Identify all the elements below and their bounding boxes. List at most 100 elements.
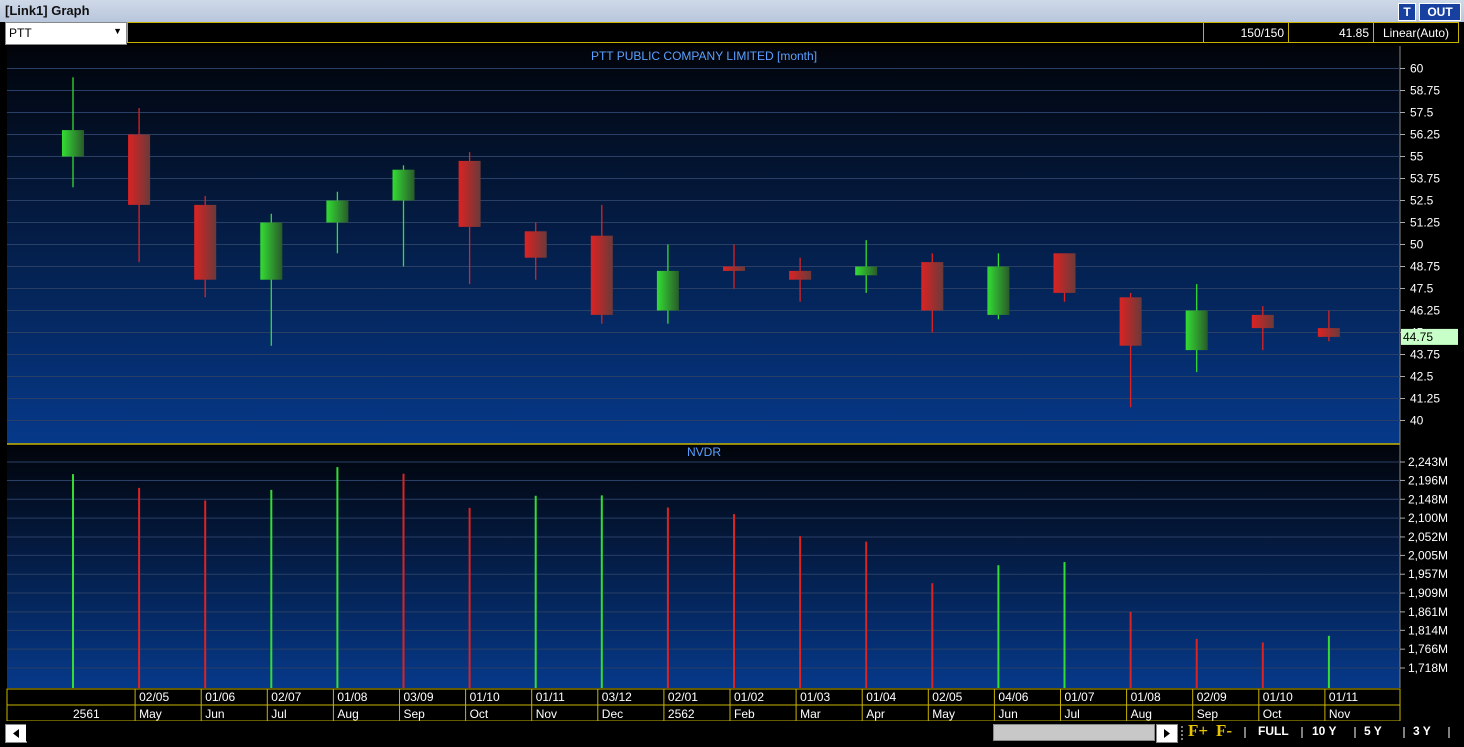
x-axis-month-label: Jun: [998, 707, 1017, 721]
volume-tick-label: 1,766M: [1408, 642, 1448, 656]
x-axis-month-label: Sep: [1197, 707, 1219, 721]
price-chart-title: PTT PUBLIC COMPANY LIMITED [month]: [591, 49, 817, 63]
zoom-separators: [1181, 726, 1450, 740]
price-tick-label: 41.25: [1410, 392, 1440, 406]
volume-tick-label: 1,957M: [1408, 567, 1448, 581]
price-tick-label: 58.75: [1410, 84, 1440, 98]
price-tick-label: 52.5: [1410, 194, 1434, 208]
volume-tick-label: 2,052M: [1408, 530, 1448, 544]
x-axis-month-label: Jun: [205, 707, 224, 721]
volume-tick-label: 2,100M: [1408, 511, 1448, 525]
volume-tick-label: 1,718M: [1408, 661, 1448, 675]
x-axis-month-label: Dec: [602, 707, 623, 721]
x-axis-month-label: 2562: [668, 707, 695, 721]
x-axis-date-label: 02/09: [1197, 690, 1227, 704]
window-titlebar: [Link1] Graph T OUT: [0, 0, 1464, 22]
x-axis-date-label: 01/10: [1263, 690, 1293, 704]
candle-body: [921, 262, 944, 311]
x-axis-month-label: Apr: [866, 707, 885, 721]
x-axis-date-label: 01/11: [1329, 690, 1358, 704]
x-axis-month-label: Jul: [271, 707, 286, 721]
x-axis-date-label: 04/06: [998, 690, 1028, 704]
candle-body: [590, 235, 613, 315]
x-axis-month-label: May: [932, 707, 955, 721]
volume-tick-label: 1,861M: [1408, 605, 1448, 619]
x-axis-month-label: Oct: [1263, 707, 1282, 721]
price-tick-label: 40: [1410, 414, 1424, 428]
symbol-select[interactable]: PTT ▼: [5, 22, 127, 45]
price-tick-label: 60: [1410, 62, 1424, 76]
price-tick-label: 42.5: [1410, 370, 1434, 384]
x-axis-date-label: 01/08: [1131, 690, 1161, 704]
candle-body: [62, 130, 84, 157]
candle-body: [1119, 297, 1142, 346]
x-axis-date-label: 01/02: [734, 690, 764, 704]
volume-tick-label: 1,909M: [1408, 586, 1448, 600]
candle-body: [194, 204, 217, 280]
candle-body: [855, 266, 878, 276]
candle-body: [1185, 310, 1208, 351]
symbol-value: PTT: [9, 26, 32, 40]
x-axis-month-label: Jul: [1065, 707, 1080, 721]
x-axis-date-label: 01/06: [205, 690, 235, 704]
price-tick-label: 48.75: [1410, 260, 1440, 274]
price-tick-label: 46.25: [1410, 304, 1440, 318]
x-axis-date-label: 01/03: [800, 690, 830, 704]
volume-tick-label: 2,243M: [1408, 455, 1448, 469]
scale-mode[interactable]: Linear(Auto): [1373, 22, 1459, 43]
price-tick-label: 56.25: [1410, 128, 1440, 142]
x-axis-date-label: 01/11: [536, 690, 565, 704]
x-axis-date-label: 01/04: [866, 690, 896, 704]
record-count: 150/150: [1203, 22, 1289, 43]
x-axis-month-label: May: [139, 707, 162, 721]
x-axis-month-label: Oct: [470, 707, 489, 721]
price-tick-label: 50: [1410, 238, 1424, 252]
candle-body: [524, 231, 547, 258]
bottom-bar: F+ F- FULL 10 Y 5 Y 3 Y: [0, 721, 1464, 745]
x-axis-month-label: 2561: [73, 707, 100, 721]
x-axis-date-label: 02/07: [271, 690, 301, 704]
x-axis-month-label: Mar: [800, 707, 821, 721]
last-value-label: 44.75: [1403, 330, 1433, 344]
x-axis-date-label: 02/01: [668, 690, 698, 704]
x-axis-date-label: 03/12: [602, 690, 632, 704]
volume-panel-background: [7, 445, 1400, 688]
x-axis-date-label: 02/05: [932, 690, 962, 704]
price-tick-label: 47.5: [1410, 282, 1434, 296]
candle-body: [326, 200, 349, 223]
volume-chart-title: NVDR: [687, 445, 721, 459]
candle-body: [260, 222, 283, 280]
x-axis-date-label: 03/09: [404, 690, 434, 704]
info-bar: [127, 22, 1204, 43]
t-button[interactable]: T: [1398, 3, 1416, 21]
out-button[interactable]: OUT: [1419, 3, 1461, 21]
candle-body: [458, 160, 481, 227]
chevron-down-icon[interactable]: ▼: [113, 26, 122, 36]
x-axis-month-label: Nov: [536, 707, 557, 721]
candle-body: [987, 266, 1010, 315]
candle-body: [128, 134, 151, 205]
price-tick-label: 57.5: [1410, 106, 1434, 120]
last-price: 41.85: [1288, 22, 1374, 43]
x-axis-month-label: Feb: [734, 707, 755, 721]
price-tick-label: 55: [1410, 150, 1424, 164]
x-axis-date-label: 01/08: [337, 690, 367, 704]
price-tick-label: 43.75: [1410, 348, 1440, 362]
volume-tick-label: 1,814M: [1408, 623, 1448, 637]
candle-body: [656, 270, 679, 311]
x-axis-month-label: Aug: [337, 707, 358, 721]
volume-tick-label: 2,148M: [1408, 492, 1448, 506]
x-axis-date-label: 02/05: [139, 690, 169, 704]
price-tick-label: 53.75: [1410, 172, 1440, 186]
x-axis-month-label: Sep: [404, 707, 426, 721]
candle-body: [1251, 314, 1274, 329]
candle-body: [1317, 328, 1340, 337]
candle-body: [392, 169, 415, 201]
volume-tick-label: 2,196M: [1408, 473, 1448, 487]
candle-body: [1053, 253, 1076, 293]
volume-tick-label: 2,005M: [1408, 548, 1448, 562]
x-axis-month-label: Aug: [1131, 707, 1152, 721]
candle-body: [723, 266, 745, 271]
window-title: [Link1] Graph: [5, 3, 90, 18]
x-axis-month-label: Nov: [1329, 707, 1350, 721]
